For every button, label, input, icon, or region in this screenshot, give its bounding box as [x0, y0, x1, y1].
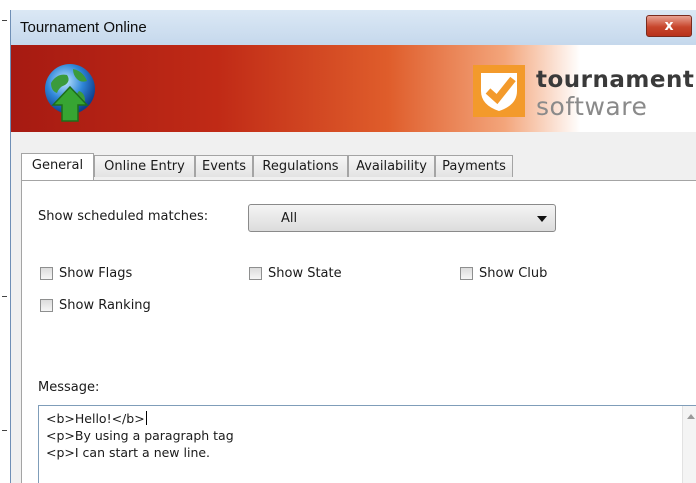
close-icon: x: [664, 18, 674, 34]
checkbox-box[interactable]: [249, 267, 262, 280]
show-flags-label: Show Flags: [59, 266, 133, 281]
tab-payments[interactable]: Payments: [435, 155, 513, 177]
scheduled-matches-dropdown[interactable]: All: [248, 204, 556, 232]
tournament-software-logo-icon: [473, 65, 525, 117]
tab-availability[interactable]: Availability: [348, 155, 435, 177]
message-label: Message:: [38, 380, 100, 395]
scroll-up-icon[interactable]: [687, 414, 695, 419]
close-button[interactable]: x: [646, 15, 692, 37]
background-window-edge: [0, 0, 10, 483]
tournament-online-dialog: Tournament Online x tournament software …: [10, 10, 696, 483]
checkbox-box[interactable]: [460, 267, 473, 280]
title-bar: Tournament Online x: [11, 10, 696, 45]
general-tab-panel: Show scheduled matches: All Show Flags S…: [21, 180, 696, 483]
message-textarea[interactable]: <b>Hello!</b> <p>By using a paragraph ta…: [38, 405, 696, 483]
show-flags-checkbox[interactable]: Show Flags: [40, 266, 132, 281]
checkbox-box[interactable]: [40, 267, 53, 280]
tab-general[interactable]: General: [21, 153, 94, 180]
scheduled-matches-value: All: [281, 211, 298, 226]
vertical-scrollbar[interactable]: [682, 406, 696, 483]
tab-regulations[interactable]: Regulations: [253, 155, 348, 177]
tab-online-entry[interactable]: Online Entry: [94, 155, 195, 177]
message-line-2: <p>By using a paragraph tag: [46, 428, 234, 443]
header-banner: tournament software: [11, 45, 696, 132]
checkbox-box[interactable]: [40, 299, 53, 312]
show-ranking-label: Show Ranking: [59, 298, 151, 313]
window-title: Tournament Online: [20, 19, 147, 36]
tab-events[interactable]: Events: [195, 155, 253, 177]
show-state-label: Show State: [268, 266, 342, 281]
brand-line-1: tournament: [536, 67, 695, 93]
show-club-label: Show Club: [479, 266, 548, 281]
show-state-checkbox[interactable]: Show State: [249, 266, 342, 281]
show-club-checkbox[interactable]: Show Club: [460, 266, 547, 281]
globe-upload-icon: [45, 64, 95, 122]
show-ranking-checkbox[interactable]: Show Ranking: [40, 298, 151, 313]
chevron-down-icon: [537, 216, 547, 222]
brand-line-2: software: [536, 92, 648, 121]
message-line-3: <p>I can start a new line.: [46, 445, 211, 460]
scheduled-matches-label: Show scheduled matches:: [38, 209, 209, 224]
text-caret: [145, 411, 147, 425]
message-line-1: <b>Hello!</b>: [46, 411, 147, 426]
